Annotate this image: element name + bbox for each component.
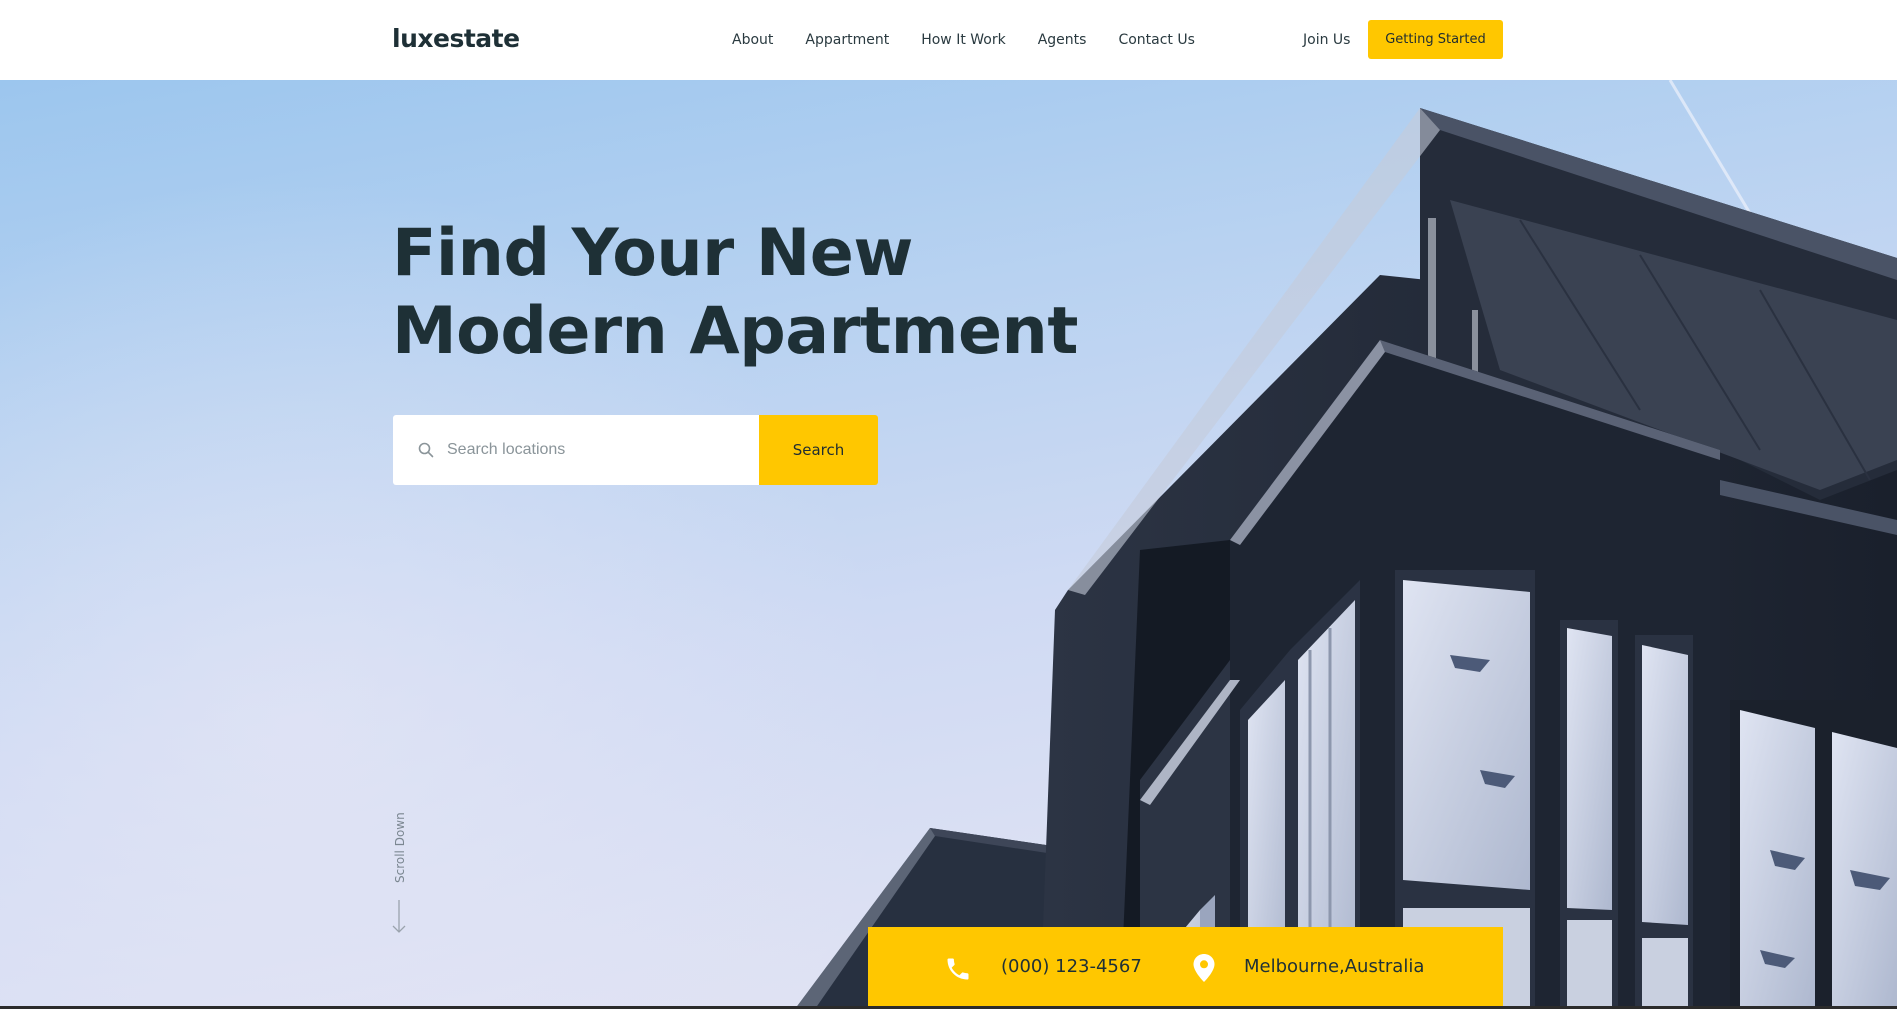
search-input[interactable] [447,415,747,485]
phone-number[interactable]: (000) 123-4567 [1001,956,1142,977]
search-icon [418,442,434,458]
getting-started-button[interactable]: Getting Started [1368,20,1503,59]
join-us-link[interactable]: Join Us [1303,32,1350,48]
arrow-down-icon [392,900,406,933]
scroll-down-label: Scroll Down [393,812,407,883]
map-pin-icon [1193,954,1215,982]
location-text: Melbourne,Australia [1244,956,1425,977]
nav-link-agents[interactable]: Agents [1038,32,1087,48]
contact-bar: (000) 123-4567 Melbourne,Australia [868,927,1503,1009]
headline-line-2: Modern Apartment [392,294,1078,369]
nav-link-about[interactable]: About [732,32,773,48]
phone-icon [947,958,969,980]
nav-link-how-it-work[interactable]: How It Work [921,32,1006,48]
scroll-down-indicator[interactable]: Scroll Down [386,812,414,1009]
nav-link-contact-us[interactable]: Contact Us [1118,32,1194,48]
hero-headline: Find Your New Modern Apartment [392,215,1078,371]
search-button[interactable]: Search [759,415,878,485]
headline-line-1: Find Your New [392,216,913,291]
hero-section: Find Your New Modern Apartment Search Sc… [0,80,1897,1009]
brand-logo[interactable]: luxestate [392,24,520,53]
site-header: luxestate About Appartment How It Work A… [0,0,1897,80]
main-nav: About Appartment How It Work Agents Cont… [732,0,1227,80]
search-box [393,415,759,485]
nav-link-appartment[interactable]: Appartment [805,32,889,48]
